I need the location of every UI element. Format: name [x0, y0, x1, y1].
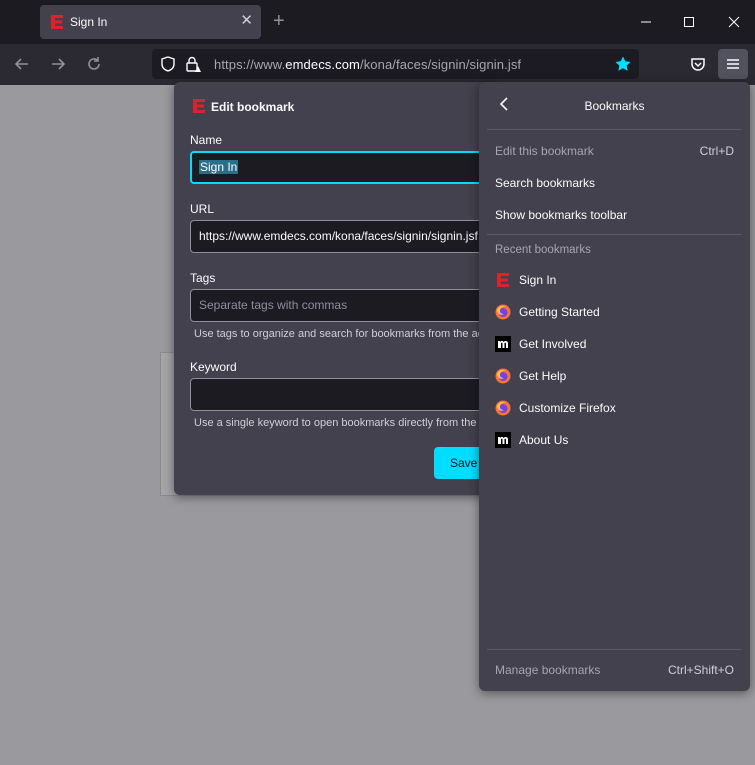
- keyword-field[interactable]: [190, 378, 490, 411]
- emdecs-logo-icon: [192, 98, 206, 117]
- edit-bookmark-panel: Edit bookmark Name Sign In URL https://w…: [174, 82, 540, 495]
- recent-bookmark-item[interactable]: Getting Started: [495, 302, 734, 322]
- mozilla-icon: [495, 432, 511, 448]
- divider: [487, 649, 742, 650]
- recent-bookmark-item[interactable]: Sign In: [495, 270, 734, 290]
- show-bookmarks-toolbar-item[interactable]: Show bookmarks toolbar: [495, 205, 734, 225]
- edit-bookmark-title: Edit bookmark: [211, 100, 295, 114]
- recent-bookmarks-label: Recent bookmarks: [495, 244, 591, 256]
- bookmarks-panel: Bookmarks Edit this bookmark Ctrl+D Sear…: [479, 82, 750, 691]
- reload-icon[interactable]: [84, 54, 104, 74]
- bookmarks-panel-title: Bookmarks: [584, 99, 645, 113]
- forward-icon[interactable]: [48, 54, 68, 74]
- search-bookmarks-item[interactable]: Search bookmarks: [495, 173, 734, 193]
- close-window-icon[interactable]: [724, 12, 744, 32]
- url-field[interactable]: https://www.emdecs.com/kona/faces/signin…: [190, 220, 490, 253]
- recent-bookmark-item[interactable]: Customize Firefox: [495, 398, 734, 418]
- name-field[interactable]: Sign In: [190, 151, 490, 184]
- hamburger-icon: [724, 55, 742, 76]
- firefox-icon: [495, 368, 511, 384]
- shortcut-label: Ctrl+Shift+O: [667, 663, 734, 677]
- tags-field[interactable]: Separate tags with commas: [190, 289, 490, 322]
- url-text: https://www.emdecs.com/kona/faces/signin…: [214, 57, 522, 72]
- nav-toolbar: https://www.emdecs.com/kona/faces/signin…: [0, 44, 755, 85]
- bookmark-star-icon[interactable]: [614, 55, 632, 76]
- recent-bookmark-item[interactable]: Get Help: [495, 366, 734, 386]
- emdecs-logo-icon: [50, 14, 64, 33]
- maximize-icon[interactable]: [679, 12, 699, 32]
- tab-title: Sign In: [70, 15, 108, 29]
- url-label: URL: [190, 202, 215, 216]
- recent-bookmark-item[interactable]: About Us: [495, 430, 734, 450]
- keyword-label: Keyword: [190, 360, 237, 374]
- tab-strip: Sign In ✕ +: [0, 0, 755, 44]
- edit-bookmark-header: Edit bookmark: [192, 98, 294, 117]
- pocket-icon[interactable]: [688, 54, 708, 74]
- divider: [487, 234, 742, 235]
- shield-icon[interactable]: [159, 55, 177, 76]
- firefox-icon: [495, 304, 511, 320]
- mozilla-icon: [495, 336, 511, 352]
- emdecs-logo-icon: [495, 272, 511, 288]
- back-icon[interactable]: [12, 54, 32, 74]
- recent-bookmark-item[interactable]: Get Involved: [495, 334, 734, 354]
- firefox-icon: [495, 400, 511, 416]
- manage-bookmarks-item[interactable]: Manage bookmarks Ctrl+Shift+O: [495, 660, 734, 680]
- new-tab-button[interactable]: +: [273, 9, 285, 33]
- close-tab-icon[interactable]: ✕: [240, 13, 253, 29]
- tags-label: Tags: [190, 271, 216, 285]
- shortcut-label: Ctrl+D: [699, 144, 734, 158]
- name-label: Name: [190, 133, 223, 147]
- minimize-icon[interactable]: [636, 12, 656, 32]
- tab-sign-in[interactable]: Sign In ✕: [40, 5, 261, 39]
- divider: [487, 129, 742, 130]
- edit-this-bookmark-item[interactable]: Edit this bookmark Ctrl+D: [495, 141, 734, 161]
- lock-warning-icon[interactable]: [184, 55, 202, 76]
- address-bar[interactable]: https://www.emdecs.com/kona/faces/signin…: [152, 49, 639, 79]
- app-menu-button[interactable]: [718, 49, 748, 79]
